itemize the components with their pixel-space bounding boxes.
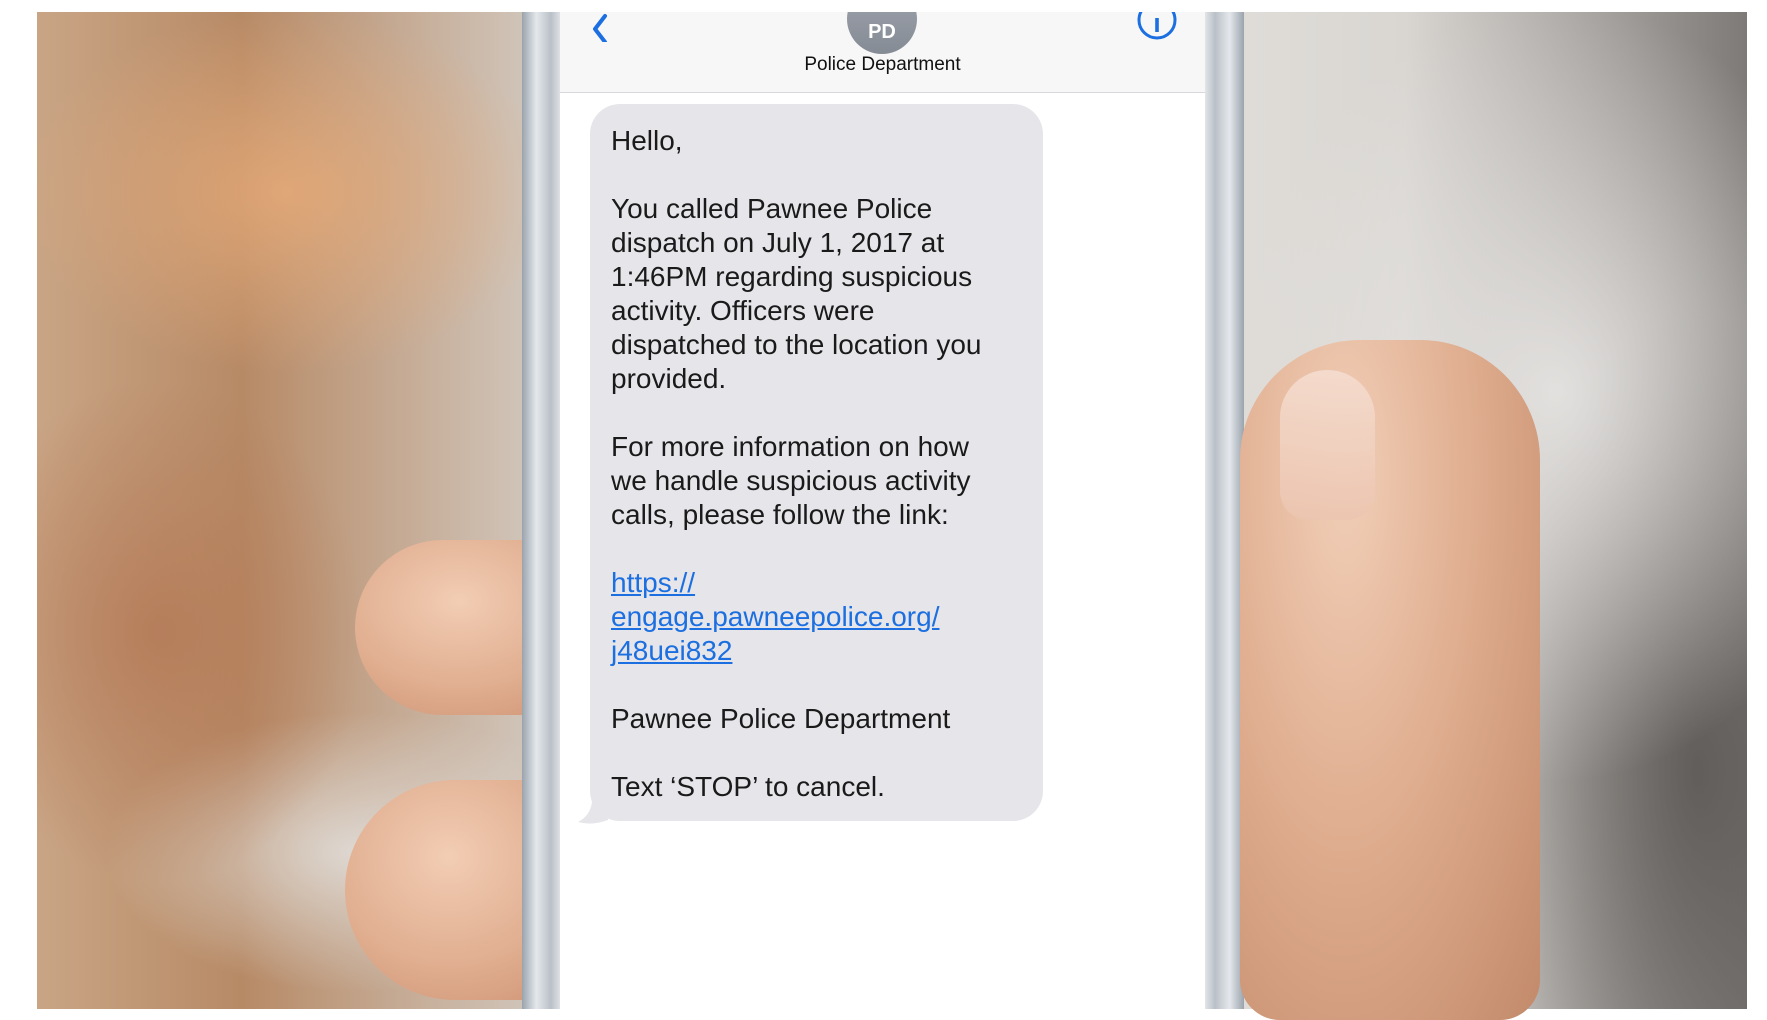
message-line: For more information on how: [611, 431, 969, 462]
message-line: 1:46PM regarding suspicious: [611, 261, 973, 292]
link-line: j48uei832: [611, 635, 733, 666]
message-link[interactable]: https:// engage.pawneepolice.org/ j48uei…: [611, 567, 939, 666]
contact-name[interactable]: Police Department: [560, 54, 1205, 76]
contact-avatar[interactable]: PD: [847, 12, 917, 54]
message-signature: Pawnee Police Department: [611, 703, 951, 734]
message-opt-out: Text ‘STOP’ to cancel.: [611, 771, 885, 802]
message-greeting: Hello,: [611, 125, 683, 156]
link-line: https://: [611, 567, 696, 598]
contact-initials: PD: [868, 21, 896, 43]
message-paragraph-dispatch: You called Pawnee Police dispatch on Jul…: [611, 192, 1023, 396]
message-link-block: https:// engage.pawneepolice.org/ j48uei…: [611, 566, 1023, 668]
info-icon[interactable]: [1136, 12, 1178, 44]
message-line: provided.: [611, 363, 727, 394]
message-line: calls, please follow the link:: [611, 499, 949, 530]
message-line: we handle suspicious activity: [611, 465, 971, 496]
bubble-tail: [578, 802, 608, 824]
message-line: dispatched to the location you: [611, 329, 982, 360]
link-line: engage.pawneepolice.org/: [611, 601, 940, 632]
message-bubble: Hello, You called Pawnee Police dispatch…: [590, 104, 1043, 821]
conversation-header: PD Police Department: [560, 12, 1205, 93]
message-line: You called Pawnee Police: [611, 193, 933, 224]
chevron-left-icon[interactable]: [585, 12, 615, 42]
message-paragraph-info: For more information on how we handle su…: [611, 430, 1023, 532]
message-line: dispatch on July 1, 2017 at: [611, 227, 945, 258]
message-line: activity. Officers were: [611, 295, 875, 326]
messages-screen: PD Police Department Hello, You called P…: [560, 12, 1205, 1009]
thumbnail: [1280, 370, 1375, 520]
